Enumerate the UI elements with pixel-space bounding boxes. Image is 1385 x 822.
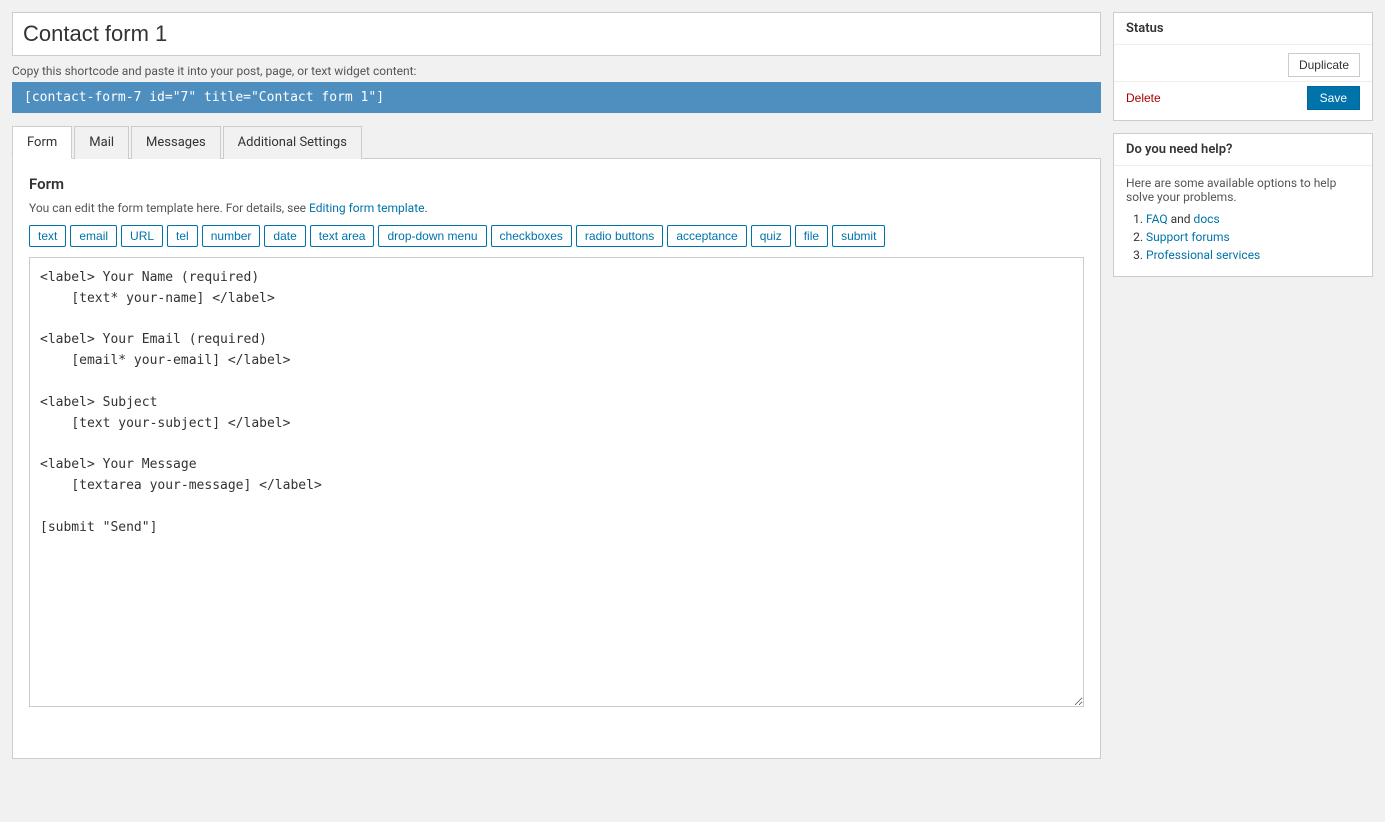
help-box-body: Here are some available options to help … — [1114, 166, 1372, 276]
tag-btn-email[interactable]: email — [70, 225, 117, 247]
tag-btn-radio[interactable]: radio buttons — [576, 225, 663, 247]
status-bottom-row: Delete Save — [1114, 81, 1372, 120]
help-box-description: Here are some available options to help … — [1126, 176, 1360, 204]
help-list-item-3: Professional services — [1146, 248, 1360, 262]
tag-btn-acceptance[interactable]: acceptance — [667, 225, 746, 247]
help-list-item-2: Support forums — [1146, 230, 1360, 244]
faq-link[interactable]: FAQ — [1146, 212, 1168, 226]
professional-services-link[interactable]: Professional services — [1146, 248, 1260, 262]
docs-link[interactable]: docs — [1194, 212, 1220, 226]
help-box-title: Do you need help? — [1114, 134, 1372, 166]
help-links-list: FAQ and docs Support forums Professional… — [1126, 212, 1360, 262]
duplicate-button[interactable]: Duplicate — [1288, 53, 1360, 77]
tag-btn-quiz[interactable]: quiz — [751, 225, 791, 247]
tabs-nav: Form Mail Messages Additional Settings — [12, 125, 1101, 159]
sidebar: Status Duplicate Delete Save Do you need… — [1113, 12, 1373, 759]
delete-button[interactable]: Delete — [1126, 91, 1161, 105]
tab-mail[interactable]: Mail — [74, 126, 129, 159]
form-code-textarea[interactable] — [29, 257, 1084, 707]
page-layout: Copy this shortcode and paste it into yo… — [12, 12, 1373, 759]
tag-btn-number[interactable]: number — [202, 225, 261, 247]
tab-form[interactable]: Form — [12, 126, 72, 159]
tag-btn-date[interactable]: date — [264, 225, 305, 247]
editing-form-template-link[interactable]: Editing form template — [309, 201, 424, 215]
shortcode-description: Copy this shortcode and paste it into yo… — [12, 64, 1101, 78]
save-button[interactable]: Save — [1307, 86, 1360, 110]
tab-messages[interactable]: Messages — [131, 126, 221, 159]
tab-additional-settings[interactable]: Additional Settings — [223, 126, 362, 159]
tab-content-form: Form You can edit the form template here… — [12, 159, 1101, 759]
tag-buttons-container: text email URL tel number date text area… — [29, 225, 1084, 247]
status-box-title: Status — [1114, 13, 1372, 45]
main-content: Copy this shortcode and paste it into yo… — [12, 12, 1101, 759]
form-section-title: Form — [29, 175, 1084, 193]
tag-btn-tel[interactable]: tel — [167, 225, 198, 247]
support-forums-link[interactable]: Support forums — [1146, 230, 1230, 244]
tag-btn-checkboxes[interactable]: checkboxes — [491, 225, 572, 247]
tag-btn-dropdown[interactable]: drop-down menu — [378, 225, 486, 247]
tag-btn-url[interactable]: URL — [121, 225, 163, 247]
tag-btn-text[interactable]: text — [29, 225, 66, 247]
status-box: Status Duplicate Delete Save — [1113, 12, 1373, 121]
form-title-input[interactable] — [12, 12, 1101, 56]
form-section-description: You can edit the form template here. For… — [29, 201, 1084, 215]
status-top-row: Duplicate — [1114, 45, 1372, 81]
help-list-item-1: FAQ and docs — [1146, 212, 1360, 226]
help-box: Do you need help? Here are some availabl… — [1113, 133, 1373, 277]
shortcode-box[interactable]: [contact-form-7 id="7" title="Contact fo… — [12, 82, 1101, 113]
tag-btn-submit[interactable]: submit — [832, 225, 885, 247]
tag-btn-file[interactable]: file — [795, 225, 828, 247]
tag-btn-textarea[interactable]: text area — [310, 225, 375, 247]
